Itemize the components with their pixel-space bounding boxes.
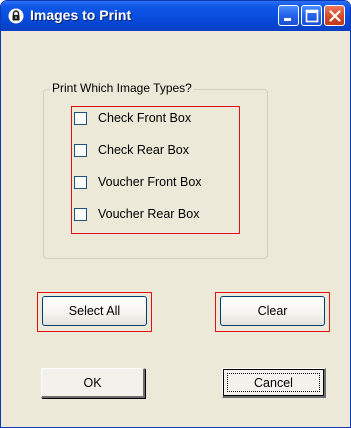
window-title: Images to Print — [30, 7, 132, 23]
maximize-button[interactable] — [301, 5, 322, 26]
checkbox-box[interactable] — [74, 144, 87, 157]
image-types-group: Print Which Image Types? Check Front Box… — [43, 81, 268, 259]
minimize-button[interactable] — [278, 5, 299, 26]
checkbox-label[interactable]: Voucher Front Box — [98, 175, 202, 189]
minimize-icon — [284, 18, 291, 21]
close-button[interactable] — [324, 5, 345, 26]
lock-icon — [8, 8, 24, 24]
group-label: Print Which Image Types? — [50, 81, 194, 95]
select-all-button[interactable]: Select All — [42, 296, 147, 326]
title-bar[interactable]: Images to Print — [1, 1, 350, 31]
focus-indicator — [227, 373, 320, 392]
maximize-icon — [305, 9, 319, 23]
checkbox-label[interactable]: Check Rear Box — [98, 143, 189, 157]
cancel-button[interactable]: Cancel — [222, 368, 326, 398]
checkbox-label[interactable]: Voucher Rear Box — [98, 207, 199, 221]
clear-button[interactable]: Clear — [220, 296, 325, 326]
checkbox-label[interactable]: Check Front Box — [98, 111, 191, 125]
dialog-window: Images to Print Print Which Image Types? — [0, 0, 351, 428]
dialog-client-area: Print Which Image Types? Check Front Box… — [4, 31, 347, 424]
checkbox-box[interactable] — [74, 208, 87, 221]
close-icon — [329, 10, 341, 22]
checkbox-box[interactable] — [74, 112, 87, 125]
checkbox-box[interactable] — [74, 176, 87, 189]
ok-button[interactable]: OK — [41, 368, 145, 398]
